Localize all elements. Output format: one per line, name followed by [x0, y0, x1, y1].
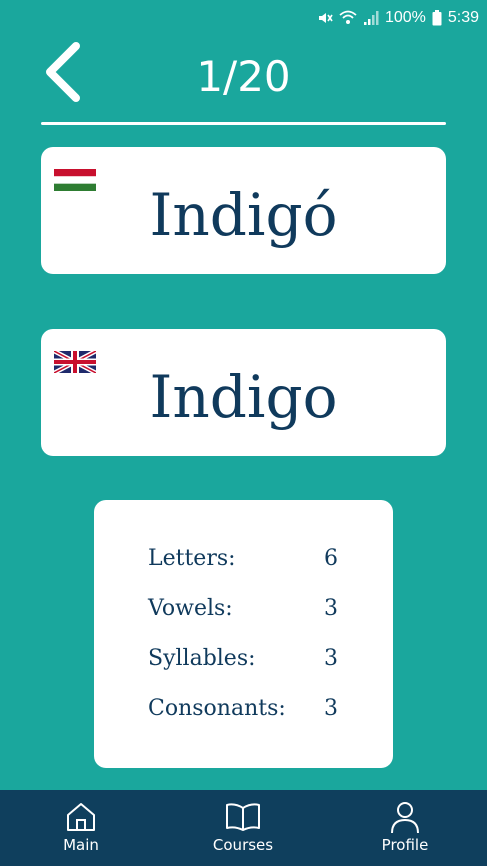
- progress-counter: 1/20: [196, 52, 291, 101]
- source-word-card[interactable]: Indigó: [41, 147, 446, 274]
- nav-label: Profile: [381, 836, 429, 854]
- signal-icon: [363, 10, 379, 26]
- stat-label: Syllables:: [148, 646, 256, 671]
- nav-item-main[interactable]: Main: [21, 800, 141, 862]
- battery-icon: [432, 10, 442, 26]
- nav-item-profile[interactable]: Profile: [345, 800, 465, 862]
- battery-percent: 100%: [384, 9, 426, 26]
- target-word-card[interactable]: Indigo: [41, 329, 446, 456]
- stat-label: Vowels:: [148, 596, 233, 621]
- target-word: Indigo: [149, 363, 338, 431]
- mute-icon: [317, 10, 333, 26]
- user-icon: [391, 802, 419, 834]
- source-word: Indigó: [149, 181, 338, 249]
- nav-label: Courses: [212, 836, 274, 854]
- stat-value: 3: [324, 696, 338, 721]
- nav-label: Main: [63, 836, 99, 854]
- clock: 5:39: [447, 9, 479, 26]
- stat-value: 3: [324, 596, 338, 621]
- stat-value: 6: [324, 546, 338, 571]
- header-divider: [41, 122, 446, 125]
- nav-item-courses[interactable]: Courses: [183, 800, 303, 862]
- word-stats-card: Letters: 6 Vowels: 3 Syllables: 3 Conson…: [94, 500, 393, 768]
- header: 1/20: [0, 40, 487, 120]
- stat-row-letters: Letters: 6: [148, 546, 348, 578]
- stat-row-vowels: Vowels: 3: [148, 596, 348, 628]
- book-icon: [226, 803, 260, 831]
- home-icon: [67, 803, 95, 831]
- stat-value: 3: [324, 646, 338, 671]
- wifi-icon: [339, 10, 357, 26]
- stat-row-consonants: Consonants: 3: [148, 696, 348, 728]
- stat-label: Letters:: [148, 546, 236, 571]
- stat-label: Consonants:: [148, 696, 286, 721]
- bottom-navigation: Main Courses Profile: [0, 790, 487, 866]
- status-bar: 100% 5:39: [0, 0, 487, 36]
- stat-row-syllables: Syllables: 3: [148, 646, 348, 678]
